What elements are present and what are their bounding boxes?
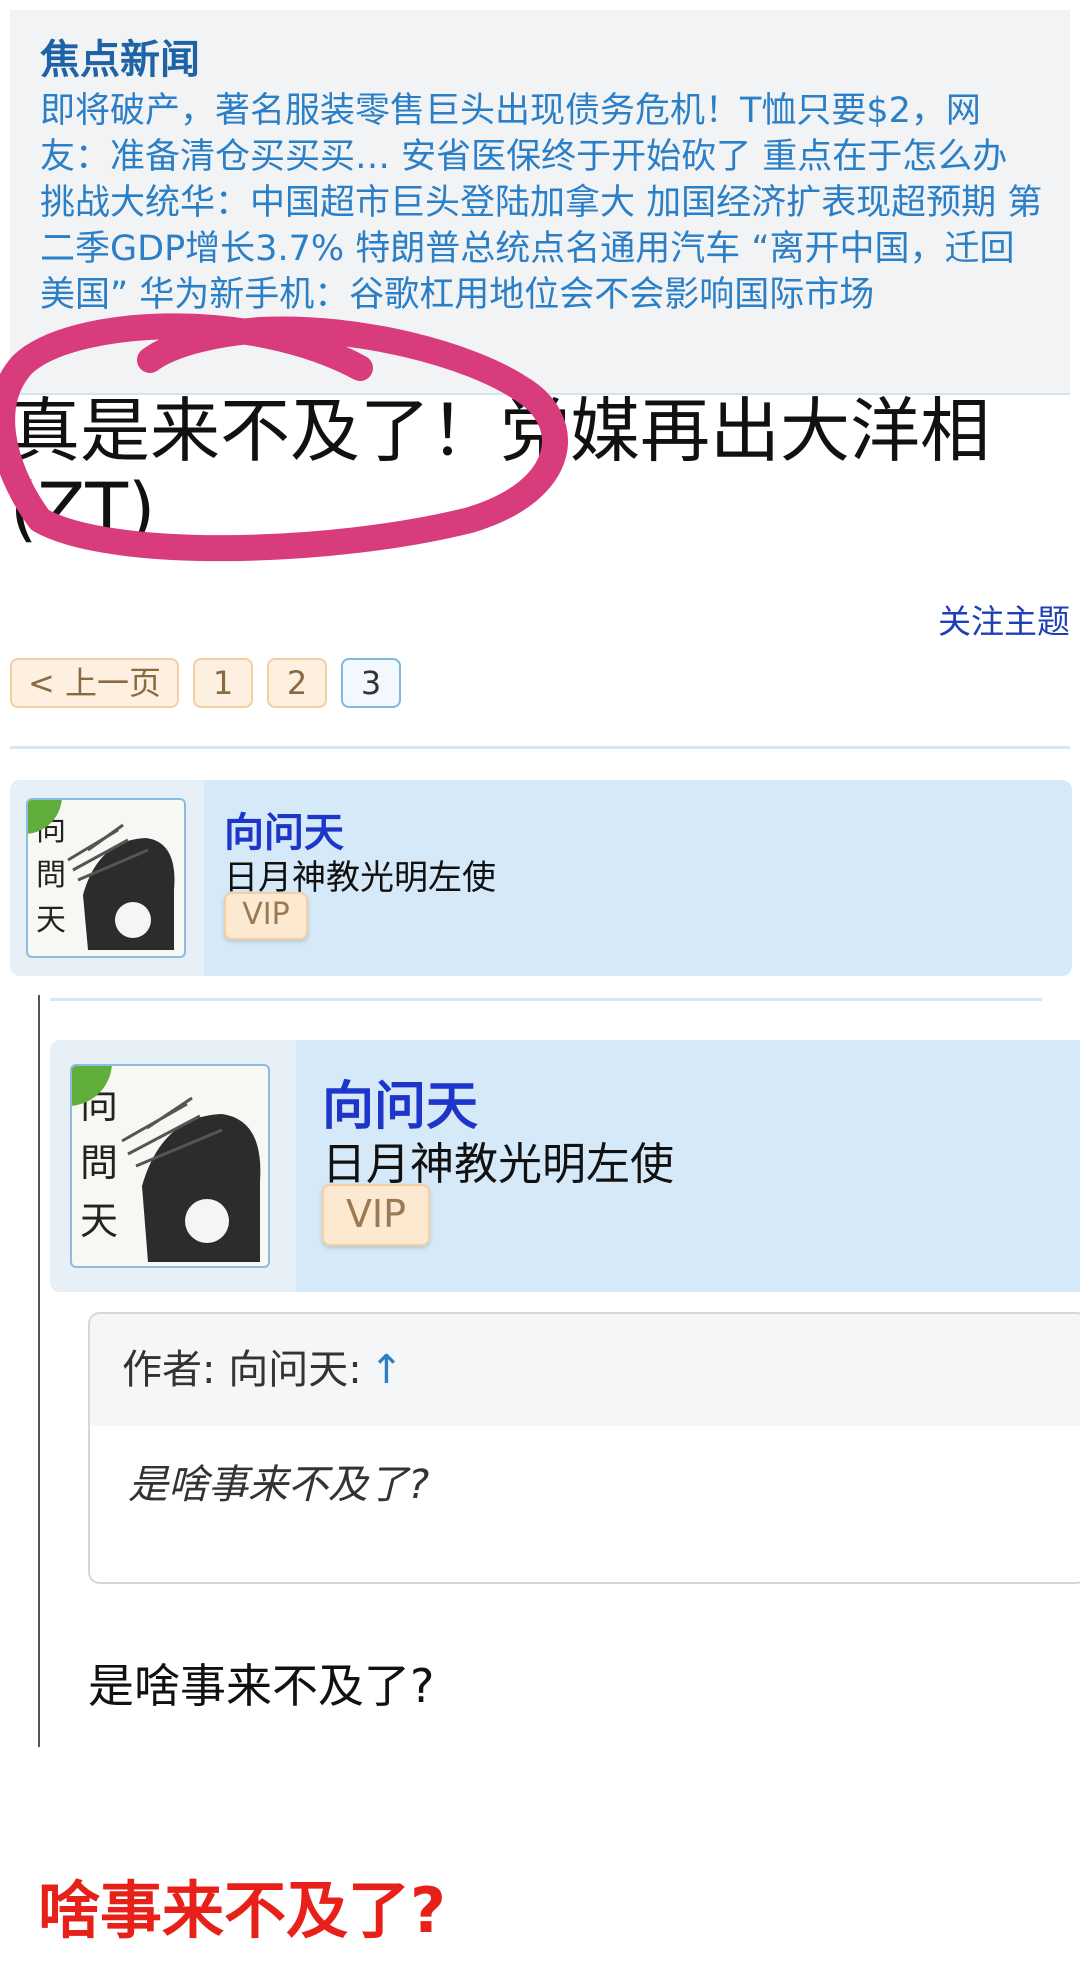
focus-news-panel: 焦点新闻 即将破产，著名服装零售巨头出现债务危机！T恤只要$2，网友：准备清仓买… xyxy=(10,10,1070,395)
news-link[interactable]: 挑战大统华：中国超市巨头登陆加拿大 xyxy=(40,183,635,223)
avatar-ink-art-icon: 向 問 天 xyxy=(36,813,175,950)
prev-page-button[interactable]: < 上一页 xyxy=(10,658,179,708)
post-author-card: 向 問 天 向问天 日月神教光明左使 VIP xyxy=(10,780,1072,976)
svg-text:天: 天 xyxy=(80,1199,118,1243)
svg-text:天: 天 xyxy=(36,903,66,938)
page-1-button[interactable]: 1 xyxy=(193,658,253,708)
reply-author-card: 向 問 天 向问天 日月神教光明左使 VIP xyxy=(50,1040,1080,1292)
vip-badge: VIP xyxy=(322,1184,430,1246)
quoted-post: 作者: 向问天: ↑ 是啥事来不及了? xyxy=(88,1312,1080,1584)
comment-text: 啥事来不及了? xyxy=(38,1874,446,1947)
quote-header: 作者: 向问天: ↑ xyxy=(90,1314,1080,1426)
news-link[interactable]: 华为新手机：谷歌杠用地位会不会影响国际市场 xyxy=(139,275,874,315)
avatar[interactable]: 向 問 天 xyxy=(26,798,186,958)
page-2-button[interactable]: 2 xyxy=(267,658,327,708)
divider xyxy=(50,998,1042,1001)
quote-author: 作者: 向问天: xyxy=(122,1347,362,1393)
quote-text: 是啥事来不及了? xyxy=(128,1462,430,1508)
reply-thread-line xyxy=(38,995,40,1747)
jump-up-arrow-icon[interactable]: ↑ xyxy=(370,1347,404,1393)
focus-news-title: 焦点新闻 xyxy=(40,37,200,83)
svg-text:問: 問 xyxy=(36,858,66,893)
focus-news-list: 即将破产，著名服装零售巨头出现债务危机！T恤只要$2，网友：准备清仓买买买… 安… xyxy=(40,88,1046,318)
divider xyxy=(10,746,1070,749)
avatar-ink-art-icon: 向 問 天 xyxy=(80,1083,261,1262)
page-3-button[interactable]: 3 xyxy=(341,658,401,708)
thread-title: 真是来不及了！党媒再出大洋相(ZT) xyxy=(10,390,990,550)
svg-text:問: 問 xyxy=(80,1141,118,1185)
follow-topic-link[interactable]: 关注主题 xyxy=(938,595,1070,643)
reply-text: 是啥事来不及了? xyxy=(88,1659,435,1713)
user-role: 日月神教光明左使 xyxy=(322,1139,674,1190)
news-link[interactable]: 安省医保终于开始砍了 重点在于怎么办 xyxy=(401,137,1007,177)
vip-badge: VIP xyxy=(224,892,308,940)
avatar[interactable]: 向 問 天 xyxy=(70,1064,270,1268)
pagination: < 上一页 1 2 3 xyxy=(10,658,401,708)
